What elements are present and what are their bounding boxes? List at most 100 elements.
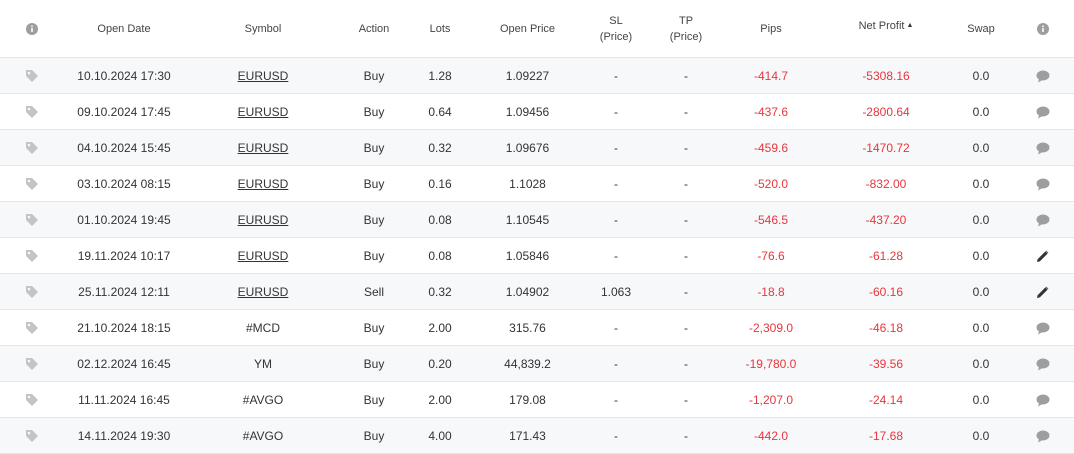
tag-icon[interactable] (25, 285, 39, 299)
table-row: 04.10.2024 15:45 EURUSD Buy 0.32 1.09676… (0, 129, 1074, 166)
tag-icon[interactable] (25, 105, 39, 119)
pencil-icon[interactable] (1036, 286, 1049, 299)
symbol-cell: #MCD (184, 309, 342, 346)
sl-cell: - (581, 309, 651, 346)
tag-icon[interactable] (25, 321, 39, 335)
pips-cell: -442.0 (721, 417, 821, 454)
net-profit-cell: -437.20 (821, 201, 951, 238)
pips-cell: -546.5 (721, 201, 821, 238)
open-price-cell: 44,839.2 (474, 345, 581, 382)
symbol-value[interactable]: EURUSD (238, 285, 289, 299)
header-sl[interactable]: SL (Price) (581, 0, 651, 58)
tag-icon[interactable] (25, 393, 39, 407)
table-row: 01.10.2024 19:45 EURUSD Buy 0.08 1.10545… (0, 201, 1074, 238)
table-row: 03.10.2024 08:15 EURUSD Buy 0.16 1.1028 … (0, 165, 1074, 202)
action-cell: Buy (342, 345, 406, 382)
comment-icon[interactable] (1036, 70, 1050, 83)
comment-icon[interactable] (1036, 394, 1050, 407)
action-cell: Buy (342, 201, 406, 238)
comment-icon[interactable] (1036, 322, 1050, 335)
header-open-price[interactable]: Open Price (474, 0, 581, 58)
open-date-cell: 10.10.2024 17:30 (64, 57, 184, 94)
tag-cell (0, 201, 64, 238)
tp-cell: - (651, 417, 721, 454)
tag-icon[interactable] (25, 141, 39, 155)
comment-icon[interactable] (1036, 178, 1050, 191)
info-icon[interactable] (1036, 22, 1049, 35)
table-row: 11.11.2024 16:45 #AVGO Buy 2.00 179.08 -… (0, 381, 1074, 418)
net-profit-cell: -832.00 (821, 165, 951, 202)
sl-cell: 1.063 (581, 273, 651, 310)
tag-icon[interactable] (25, 357, 39, 371)
tag-icon[interactable] (25, 69, 39, 83)
net-profit-cell: -24.14 (821, 381, 951, 418)
symbol-value[interactable]: EURUSD (238, 249, 289, 263)
header-info-cell-right (1011, 0, 1074, 58)
sl-cell: - (581, 93, 651, 130)
open-price-cell: 1.05846 (474, 237, 581, 274)
symbol-value: #MCD (245, 320, 280, 335)
tag-icon[interactable] (25, 177, 39, 191)
open-date-cell: 14.11.2024 19:30 (64, 417, 184, 454)
header-swap[interactable]: Swap (951, 0, 1011, 58)
swap-cell: 0.0 (951, 129, 1011, 166)
pips-cell: -76.6 (721, 237, 821, 274)
lots-cell: 1.28 (406, 57, 474, 94)
tag-cell (0, 237, 64, 274)
header-pips[interactable]: Pips (721, 0, 821, 58)
action-cell: Buy (342, 93, 406, 130)
open-date-cell: 19.11.2024 10:17 (64, 237, 184, 274)
net-profit-cell: -46.18 (821, 309, 951, 346)
tp-cell: - (651, 129, 721, 166)
tag-icon[interactable] (25, 249, 39, 263)
header-tp[interactable]: TP (Price) (651, 0, 721, 58)
tag-cell (0, 129, 64, 166)
sl-cell: - (581, 417, 651, 454)
swap-cell: 0.0 (951, 237, 1011, 274)
header-net-profit[interactable]: Net Profit ▲ (821, 0, 951, 58)
info-icon[interactable] (26, 22, 38, 35)
action-cell: Buy (342, 309, 406, 346)
tp-cell: - (651, 273, 721, 310)
sl-cell: - (581, 57, 651, 94)
tag-cell (0, 381, 64, 418)
comment-icon[interactable] (1036, 430, 1050, 443)
symbol-value[interactable]: EURUSD (238, 213, 289, 227)
action-cell: Buy (342, 381, 406, 418)
open-date-cell: 21.10.2024 18:15 (64, 309, 184, 346)
comment-icon[interactable] (1036, 358, 1050, 371)
open-date-cell: 03.10.2024 08:15 (64, 165, 184, 202)
sl-cell: - (581, 381, 651, 418)
pips-cell: -437.6 (721, 93, 821, 130)
tp-cell: - (651, 237, 721, 274)
tag-cell (0, 93, 64, 130)
tp-cell: - (651, 201, 721, 238)
tag-cell (0, 57, 64, 94)
tag-icon[interactable] (25, 429, 39, 443)
header-symbol[interactable]: Symbol (184, 0, 342, 58)
row-action-cell (1011, 165, 1074, 202)
swap-cell: 0.0 (951, 345, 1011, 382)
tag-icon[interactable] (25, 213, 39, 227)
header-action[interactable]: Action (342, 0, 406, 58)
open-price-cell: 1.09456 (474, 93, 581, 130)
row-action-cell (1011, 417, 1074, 454)
symbol-value[interactable]: EURUSD (238, 105, 289, 119)
table-row: 02.12.2024 16:45 YM Buy 0.20 44,839.2 - … (0, 345, 1074, 382)
header-lots[interactable]: Lots (406, 0, 474, 58)
net-profit-cell: -61.28 (821, 237, 951, 274)
symbol-value[interactable]: EURUSD (238, 141, 289, 155)
table-row: 21.10.2024 18:15 #MCD Buy 2.00 315.76 - … (0, 309, 1074, 346)
pencil-icon[interactable] (1036, 250, 1049, 263)
comment-icon[interactable] (1036, 106, 1050, 119)
symbol-value[interactable]: EURUSD (238, 177, 289, 191)
tp-cell: - (651, 165, 721, 202)
comment-icon[interactable] (1036, 214, 1050, 227)
symbol-value[interactable]: EURUSD (238, 69, 289, 83)
comment-icon[interactable] (1036, 142, 1050, 155)
swap-cell: 0.0 (951, 165, 1011, 202)
tp-cell: - (651, 57, 721, 94)
row-action-cell (1011, 309, 1074, 346)
header-open-date[interactable]: Open Date (64, 0, 184, 58)
tp-cell: - (651, 309, 721, 346)
